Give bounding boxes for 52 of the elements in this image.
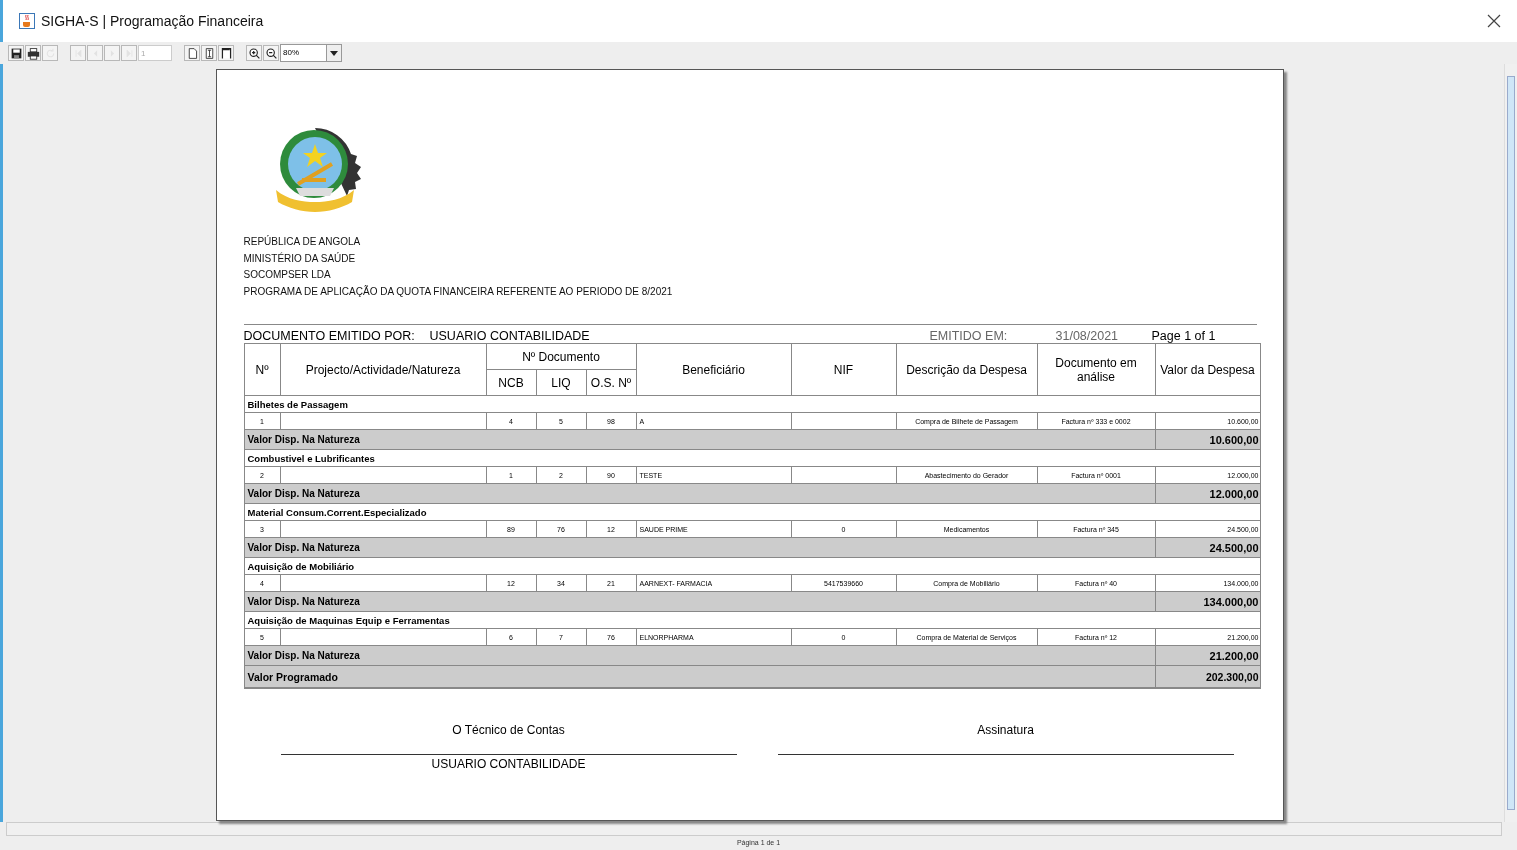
fit-page-button[interactable] [201,45,217,61]
group-heading: Aquisição de Maquinas Equip e Ferramentas [244,611,1260,629]
save-icon [9,46,23,60]
zoom-out-button[interactable] [263,45,279,61]
column-header: NIF [791,343,896,396]
subtotal-label: Valor Disp. Na Natureza [244,591,1155,612]
print-button[interactable] [25,45,41,61]
cup-icon [19,13,35,29]
group-heading: Bilhetes de Passagem [244,395,1260,413]
signature-label: O Técnico de Contas [452,723,565,738]
subtotal-label: Valor Disp. Na Natureza [244,537,1155,558]
column-header: Beneficiário [636,343,791,396]
issued-on-date: 31/08/2021 [1055,329,1120,344]
fit-width-button[interactable] [218,45,234,61]
issued-on-label: EMITIDO EM: [929,329,1009,344]
subtotal-label: Valor Disp. Na Natureza [244,483,1155,504]
issued-by-value: USUARIO CONTABILIDADE [429,329,591,344]
column-header: Descrição da Despesa [896,343,1037,396]
zoom-in-icon [247,46,261,60]
column-header: Valor da Despesa [1155,343,1260,396]
page-button[interactable] [184,45,200,61]
total-label: Valor Programado [244,665,1155,689]
save-button[interactable] [8,45,24,61]
column-header: Nº Documento [486,343,636,370]
print-icon [26,46,40,60]
subtotal-label: Valor Disp. Na Natureza [244,429,1155,450]
column-header: Nº [244,343,280,396]
close-icon [1487,13,1501,28]
caret-down-icon [330,50,338,56]
signature-label: Assinatura [977,723,1034,738]
column-header: Projecto/Actividade/Natureza [280,343,486,396]
zoom-dropdown[interactable]: 80% [280,44,342,62]
header-line: PROGRAMA DE APLICAÇÃO DA QUOTA FINANCEIRA REFERENTE AO PERIODO DE 8/2021 [243,284,674,299]
issued-by-label: DOCUMENTO EMITIDO POR: [243,329,416,344]
group-heading: Combustivel e Lubrificantes [244,449,1260,467]
header-line: REPÚBLICA DE ANGOLA [243,234,362,249]
column-header: NCB [486,369,536,396]
group-heading: Material Consum.Corrent.Especializado [244,503,1260,521]
header-line: SOCOMPSER LDA [243,268,332,283]
window-title: SIGHA-S | Programação Financeira [41,13,265,29]
horizontal-scrollbar[interactable] [6,822,1502,836]
zoom-value: 80% [282,47,300,59]
group-heading: Aquisição de Mobiliário [244,557,1260,575]
column-header: Documento em análise [1037,343,1155,396]
fit-width-icon [219,46,233,60]
header-line: MINISTÉRIO DA SAÚDE [243,251,357,266]
subtotal-label: Valor Disp. Na Natureza [244,645,1155,666]
column-header: LIQ [536,369,586,396]
zoom-out-icon [264,46,278,60]
zoom-in-button[interactable] [246,45,262,61]
page-info: Page 1 of 1 [1151,329,1216,344]
signature-name: USUARIO CONTABILIDADE [431,757,586,772]
